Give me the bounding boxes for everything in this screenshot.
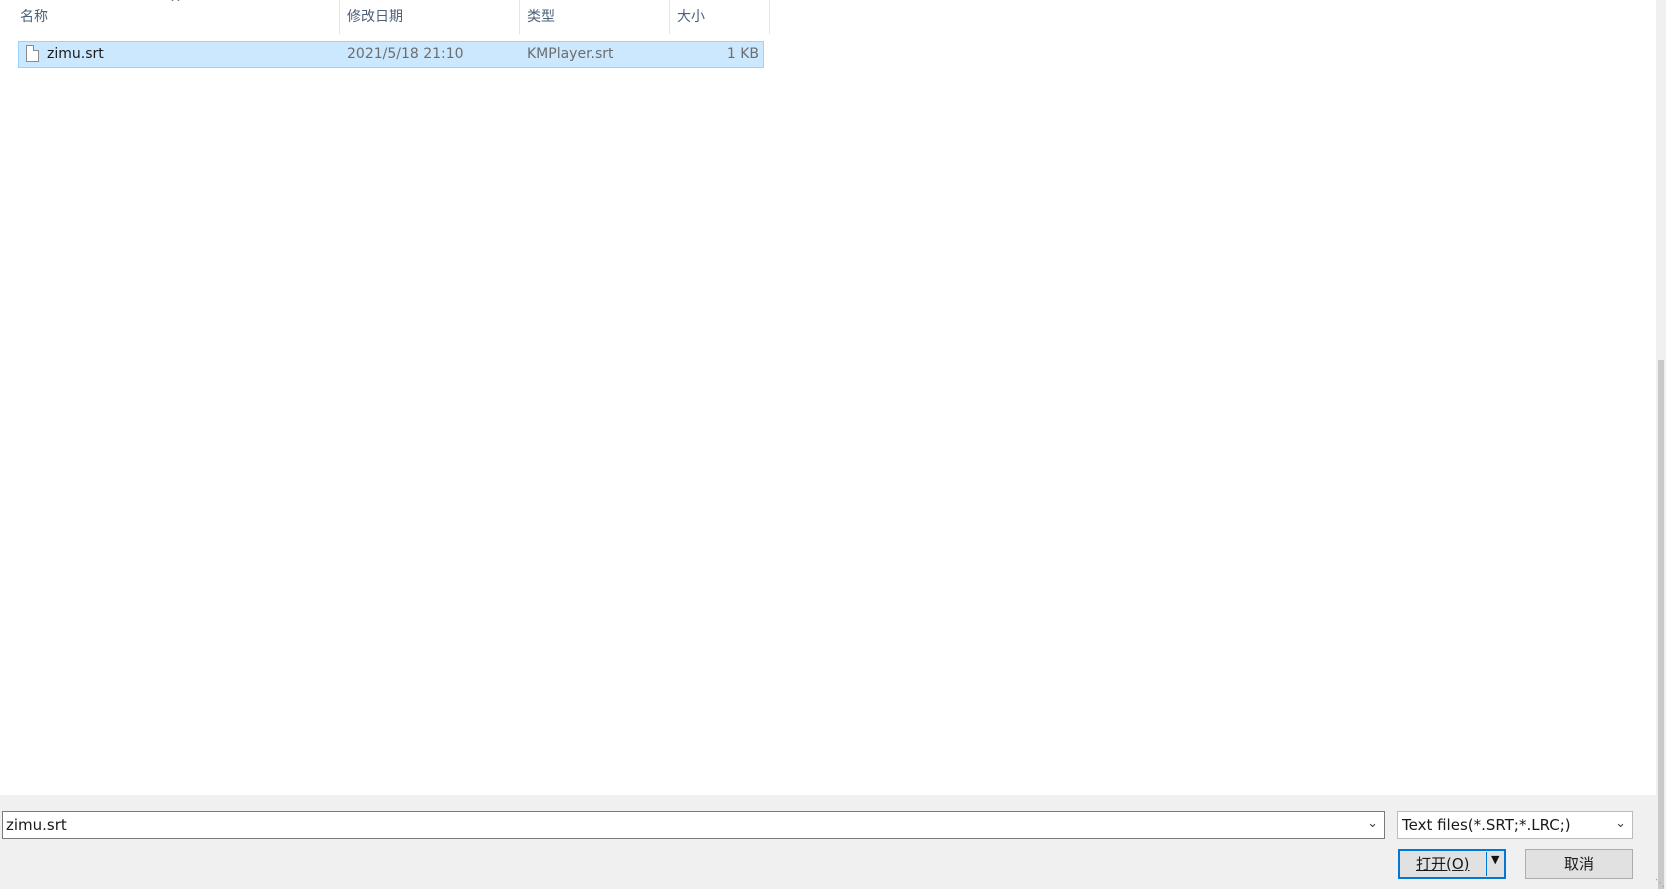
sort-ascending-icon: ^ bbox=[170, 0, 181, 11]
column-header-modified-label: 修改日期 bbox=[347, 9, 403, 25]
filetype-value: Text files(*.SRT;*.LRC;) bbox=[1402, 816, 1571, 834]
file-type: KMPlayer.srt bbox=[527, 46, 614, 62]
column-header-size[interactable]: 大小 bbox=[669, 0, 769, 34]
column-divider[interactable] bbox=[769, 0, 770, 34]
file-modified: 2021/5/18 21:10 bbox=[347, 46, 464, 62]
cancel-button-label: 取消 bbox=[1563, 855, 1594, 873]
file-list-pane[interactable]: 名称 ^ 修改日期 类型 大小 zimu.srt 2021/5/18 21:10… bbox=[0, 0, 1656, 795]
chevron-down-icon[interactable]: ⌄ bbox=[1367, 816, 1378, 831]
cancel-button[interactable]: 取消 bbox=[1525, 849, 1633, 879]
open-button-label: 打开(O) bbox=[1416, 855, 1470, 873]
resize-grip-icon[interactable]: ⋱ bbox=[1655, 878, 1665, 889]
filetype-select[interactable]: Text files(*.SRT;*.LRC;) ⌄ bbox=[1397, 811, 1633, 839]
open-button[interactable]: 打开(O) ▼ bbox=[1398, 849, 1506, 879]
file-size: 1 KB bbox=[726, 46, 759, 62]
filename-input[interactable]: zimu.srt bbox=[6, 812, 67, 838]
column-header-modified[interactable]: 修改日期 bbox=[339, 0, 519, 34]
split-button-divider bbox=[1486, 852, 1487, 876]
column-header-type-label: 类型 bbox=[527, 9, 555, 25]
file-row[interactable]: zimu.srt 2021/5/18 21:10 KMPlayer.srt 1 … bbox=[18, 41, 764, 68]
column-header-size-label: 大小 bbox=[677, 9, 705, 25]
file-icon bbox=[26, 45, 39, 62]
scrollbar-thumb[interactable] bbox=[1658, 360, 1664, 889]
split-arrow-icon[interactable]: ▼ bbox=[1491, 853, 1499, 866]
chevron-down-icon[interactable]: ⌄ bbox=[1615, 816, 1626, 831]
column-header-name-label: 名称 bbox=[20, 9, 48, 25]
column-header-type[interactable]: 类型 bbox=[519, 0, 669, 34]
file-name: zimu.srt bbox=[47, 46, 104, 62]
filename-combobox[interactable]: zimu.srt ⌄ bbox=[2, 811, 1385, 839]
